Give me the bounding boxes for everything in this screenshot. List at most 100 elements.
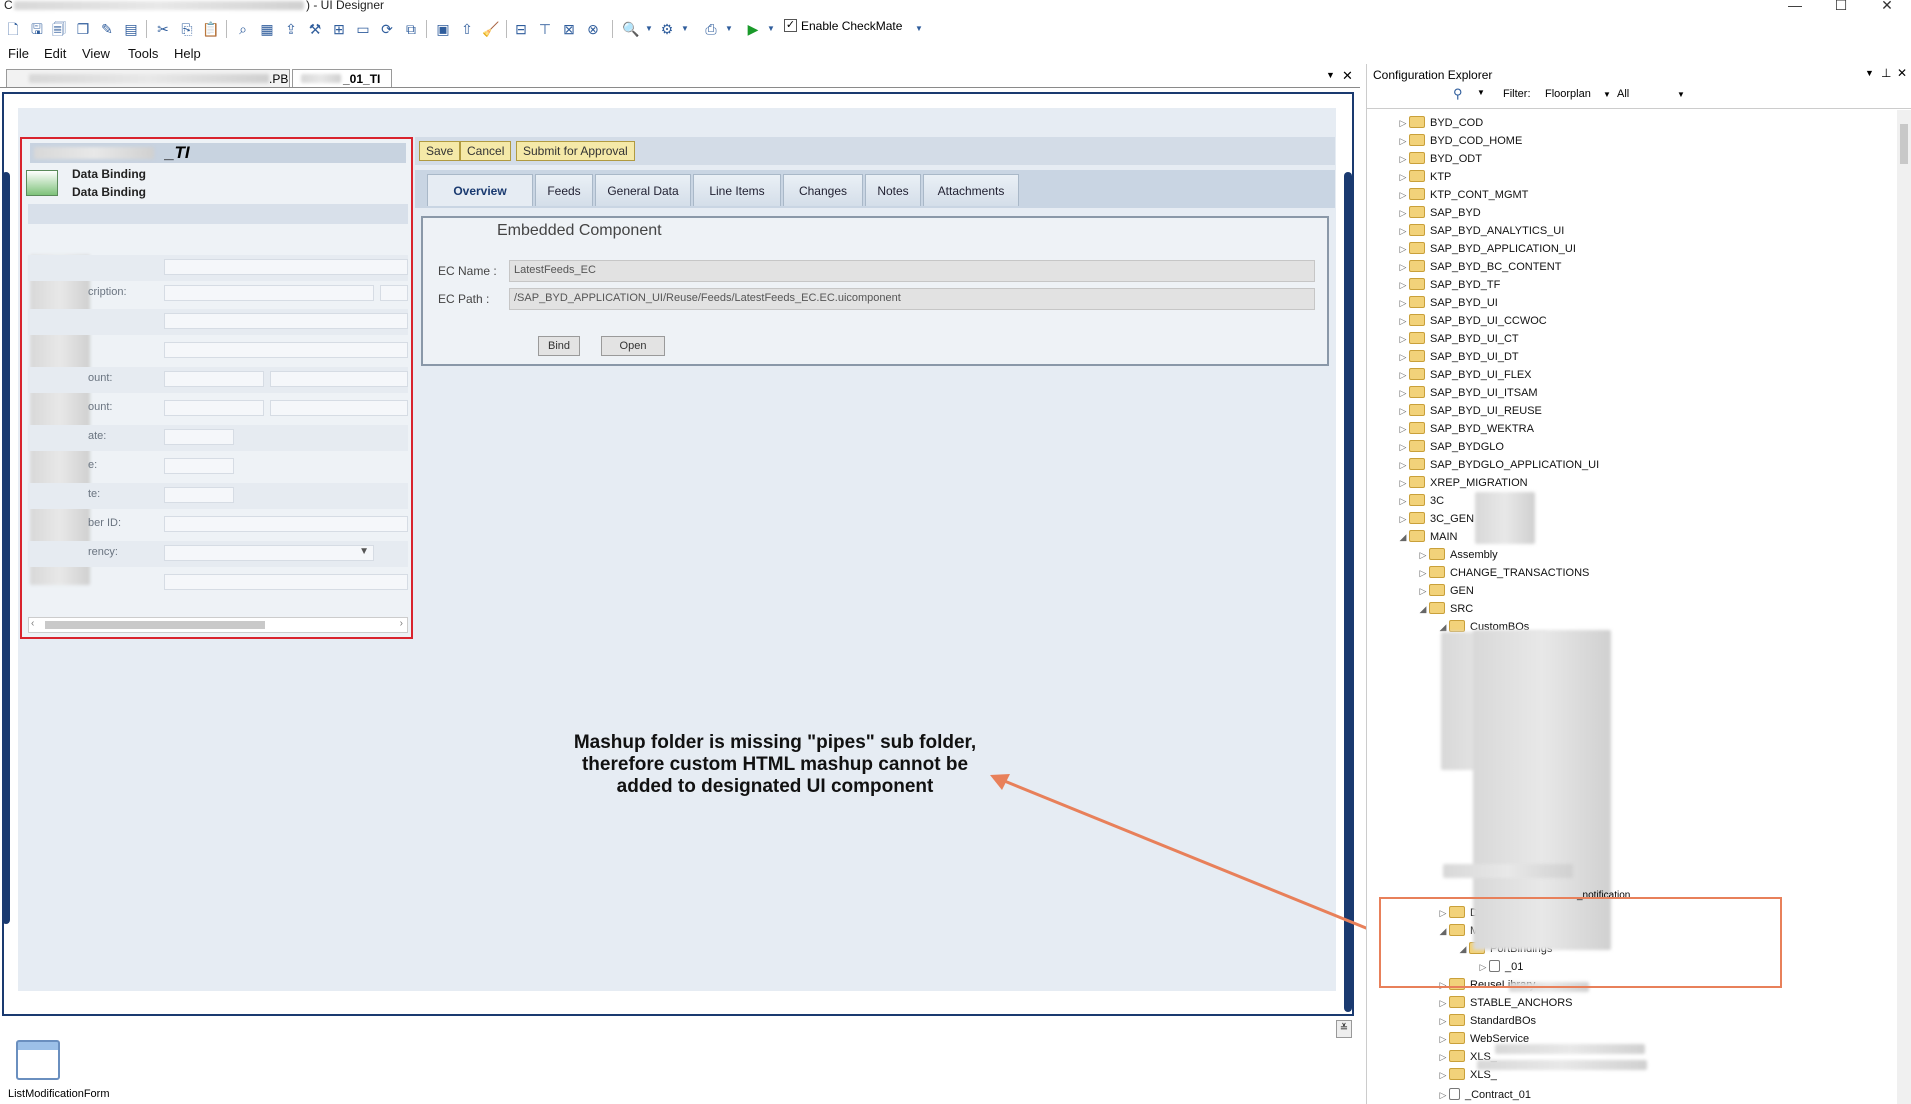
chevron-down-icon[interactable]: ▼	[1477, 88, 1485, 97]
tab-line-items[interactable]: Line Items	[693, 174, 781, 206]
chevron-down-icon[interactable]: ▼	[1603, 90, 1611, 99]
filter-scope[interactable]: All	[1617, 88, 1629, 100]
collapsed-icon[interactable]: ▷	[1397, 312, 1409, 330]
collapsed-icon[interactable]: ▷	[1437, 994, 1449, 1012]
chevron-down-icon[interactable]: ▼	[676, 20, 694, 38]
chevron-down-icon[interactable]: ▼	[1677, 90, 1685, 99]
tree-item[interactable]: ▷ StandardBOs	[1437, 1012, 1536, 1030]
cut-icon[interactable]: ✂	[154, 20, 172, 38]
search-icon[interactable]: ⚲	[1453, 86, 1463, 102]
expand-icon[interactable]: ≚	[1336, 1020, 1352, 1038]
menu-view[interactable]: View	[82, 46, 110, 61]
text-field[interactable]	[164, 313, 408, 329]
ec-name-field[interactable]: LatestFeeds_EC	[509, 260, 1315, 282]
collapsed-icon[interactable]: ▷	[1437, 1048, 1449, 1066]
tab-overview[interactable]: Overview	[427, 174, 533, 206]
collapsed-icon[interactable]: ▷	[1397, 240, 1409, 258]
description-field[interactable]	[164, 285, 374, 301]
window-icon[interactable]: ⧉	[402, 20, 420, 38]
panel-menu-icon[interactable]: ▼	[1865, 68, 1874, 78]
new-icon[interactable]: 🗋	[4, 20, 22, 38]
menu-edit[interactable]: Edit	[44, 46, 66, 61]
scroll-left-icon[interactable]: ‹	[31, 618, 34, 629]
scroll-thumb[interactable]	[45, 621, 265, 629]
collapsed-icon[interactable]: ▷	[1397, 384, 1409, 402]
chevron-down-icon[interactable]: ▼	[720, 20, 738, 38]
filter-value[interactable]: Floorplan	[1545, 88, 1591, 100]
cancel-button[interactable]: Cancel	[460, 141, 512, 161]
minimize-button[interactable]: —	[1780, 0, 1810, 13]
date-field[interactable]	[164, 429, 234, 445]
member-id-field[interactable]	[164, 516, 408, 532]
tree-item[interactable]: ◢ SRC	[1417, 600, 1473, 618]
broom-icon[interactable]: 🧹	[482, 20, 500, 38]
collapsed-icon[interactable]: ▷	[1397, 114, 1409, 132]
text-field[interactable]	[380, 285, 408, 301]
amount-field[interactable]	[164, 400, 264, 416]
open-button[interactable]: Open	[601, 336, 665, 356]
tree-item[interactable]: ▷ SAP_BYD_ANALYTICS_UI	[1397, 222, 1564, 240]
collapsed-icon[interactable]: ▷	[1397, 222, 1409, 240]
vertical-scrollbar[interactable]	[1897, 110, 1911, 1104]
amount-field[interactable]	[164, 371, 264, 387]
collapsed-icon[interactable]: ▷	[1397, 474, 1409, 492]
collapsed-icon[interactable]: ▷	[1397, 168, 1409, 186]
tree-item[interactable]: ▷ 3C	[1397, 492, 1444, 510]
tree-item[interactable]: ▷ _Contract_01	[1437, 1086, 1531, 1104]
tab-feeds[interactable]: Feeds	[535, 174, 593, 206]
date-field[interactable]	[164, 458, 234, 474]
submit-for-approval-button[interactable]: Submit for Approval	[516, 141, 635, 161]
page-icon[interactable]: ▣	[434, 20, 452, 38]
doc-tab-pb[interactable]: .PB	[6, 69, 290, 87]
pin-icon[interactable]: ⊥	[1881, 66, 1891, 80]
tree-item[interactable]: ▷ SAP_BYD_TF	[1397, 276, 1500, 294]
xml-icon[interactable]: ⎙	[702, 20, 720, 38]
collapsed-icon[interactable]: ▷	[1397, 204, 1409, 222]
tools-icon[interactable]: ⚒	[306, 20, 324, 38]
save-all-icon[interactable]: 🗐	[50, 20, 68, 38]
currency-field[interactable]	[270, 371, 408, 387]
paste-icon[interactable]: 📋	[202, 20, 220, 38]
collapsed-icon[interactable]: ▷	[1397, 132, 1409, 150]
tree-item[interactable]: ◢ MAIN	[1397, 528, 1458, 546]
config-icon[interactable]: ⚙	[658, 20, 676, 38]
refresh-icon[interactable]: ⟳	[378, 20, 396, 38]
menu-file[interactable]: File	[8, 46, 29, 61]
collapsed-icon[interactable]: ▷	[1397, 294, 1409, 312]
save-icon[interactable]: 🖫	[28, 20, 46, 38]
close-tab-icon[interactable]: ✕	[1342, 68, 1353, 84]
maximize-button[interactable]: ☐	[1826, 0, 1856, 14]
tree-item[interactable]: ▷ KTP_CONT_MGMT	[1397, 186, 1528, 204]
text-field[interactable]	[164, 342, 408, 358]
tree-item[interactable]: ▷ 3C_GEN	[1397, 510, 1474, 528]
copy-doc-icon[interactable]: ❐	[74, 20, 92, 38]
collapsed-icon[interactable]: ▷	[1397, 420, 1409, 438]
edit-icon[interactable]: ✎	[98, 20, 116, 38]
delete-column-icon[interactable]: ⊗	[584, 20, 602, 38]
list-modification-form-icon[interactable]	[12, 1040, 60, 1082]
scroll-thumb[interactable]	[1900, 124, 1908, 164]
copy-icon[interactable]: ⎘	[178, 20, 196, 38]
collapsed-icon[interactable]: ▷	[1417, 564, 1429, 582]
collapsed-icon[interactable]: ▷	[1397, 510, 1409, 528]
tree-item[interactable]: ▷ GEN	[1417, 582, 1474, 600]
expanded-icon[interactable]: ◢	[1397, 528, 1409, 546]
collapsed-icon[interactable]: ▷	[1397, 276, 1409, 294]
collapsed-icon[interactable]: ▷	[1397, 258, 1409, 276]
tree-item[interactable]: ▷ SAP_BYD_APPLICATION_UI	[1397, 240, 1576, 258]
tab-dropdown-icon[interactable]: ▼	[1326, 70, 1335, 80]
text-field[interactable]	[164, 259, 408, 275]
tree-item[interactable]: ▷ SAP_BYD_BC_CONTENT	[1397, 258, 1561, 276]
grid-icon[interactable]: ⊞	[330, 20, 348, 38]
frame-icon[interactable]: ▭	[354, 20, 372, 38]
tree-item[interactable]: ▷ SAP_BYDGLO_APPLICATION_UI	[1397, 456, 1599, 474]
tree-item[interactable]: ▷ KTP	[1397, 168, 1451, 186]
chevron-down-icon[interactable]: ▼	[640, 20, 658, 38]
collapsed-icon[interactable]: ▷	[1397, 348, 1409, 366]
collapsed-icon[interactable]: ▷	[1397, 438, 1409, 456]
text-field[interactable]	[164, 574, 408, 590]
menu-tools[interactable]: Tools	[128, 46, 158, 61]
collapsed-icon[interactable]: ▷	[1417, 546, 1429, 564]
bind-button[interactable]: Bind	[538, 336, 580, 356]
horizontal-scrollbar[interactable]: ‹ ›	[28, 617, 408, 633]
